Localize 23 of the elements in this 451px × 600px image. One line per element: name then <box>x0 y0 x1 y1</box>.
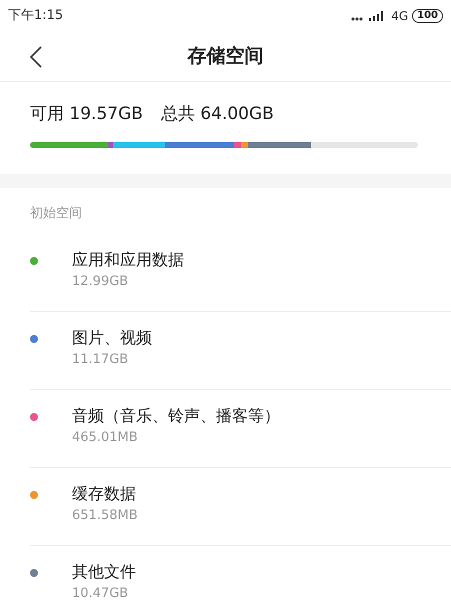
category-size: 11.17GB <box>72 350 130 368</box>
section-label: 初始空间 <box>30 206 82 220</box>
category-name: 图片、视频 <box>72 326 152 348</box>
category-size: 10.47GB <box>72 584 130 600</box>
total-storage: 总共 64.00GB <box>160 103 274 126</box>
category-size: 12.99GB <box>72 272 130 290</box>
back-icon <box>30 46 42 68</box>
category-size: 465.01MB <box>72 428 139 446</box>
category-row[interactable]: 音频（音乐、铃声、播客等） 465.01MB <box>30 390 451 468</box>
category-name: 其他文件 <box>72 560 136 582</box>
status-time: 下午1:15 <box>8 7 64 26</box>
available-storage: 可用 19.57GB <box>30 103 143 126</box>
category-name: 应用和应用数据 <box>72 248 184 270</box>
category-name: 缓存数据 <box>72 482 137 504</box>
battery-level: 100 <box>412 9 443 23</box>
category-row[interactable]: 其他文件 10.47GB <box>30 546 451 600</box>
category-name: 音频（音乐、铃声、播客等） <box>72 404 280 426</box>
page-title: 存储空间 <box>188 44 264 70</box>
category-row[interactable]: 缓存数据 651.58MB <box>30 468 451 546</box>
category-size: 651.58MB <box>72 506 138 524</box>
network-type: 4G <box>391 8 408 25</box>
category-row[interactable]: 应用和应用数据 12.99GB <box>30 234 451 312</box>
category-row[interactable]: 图片、视频 11.17GB <box>30 312 451 390</box>
